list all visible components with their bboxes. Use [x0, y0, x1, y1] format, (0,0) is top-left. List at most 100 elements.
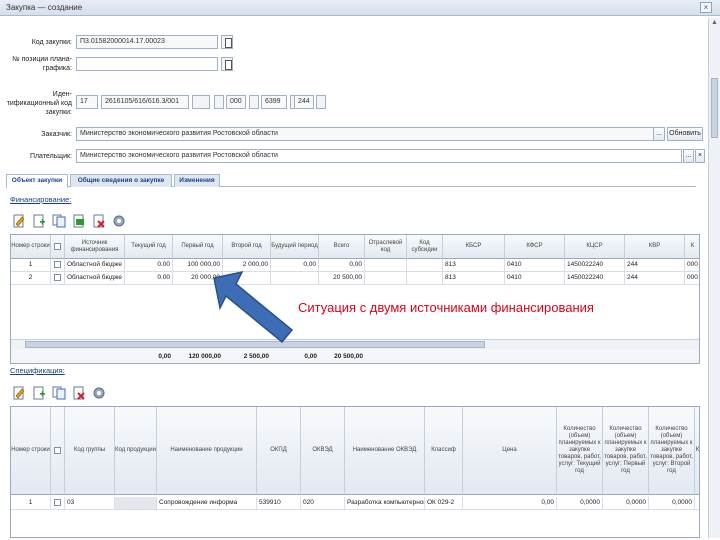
horizontal-scrollbar[interactable] — [11, 339, 699, 349]
settings-icon[interactable] — [92, 386, 106, 400]
copy-icon[interactable] — [52, 386, 66, 400]
edit-icon[interactable] — [12, 386, 26, 400]
settings-icon[interactable] — [112, 214, 126, 228]
customer-input[interactable]: Министерство экономического развития Рос… — [76, 127, 660, 141]
table-cell[interactable] — [407, 259, 443, 272]
customer-select-button[interactable]: ... — [653, 127, 665, 141]
customer-update-button[interactable]: Обновить — [667, 127, 703, 141]
table-cell[interactable]: 0410 — [505, 259, 565, 272]
table-cell[interactable]: 000 — [685, 259, 699, 272]
col-header[interactable]: Код группы — [65, 407, 115, 495]
col-header[interactable]: Количество (объем) планируемых к закупке… — [603, 407, 649, 495]
col-header[interactable]: Будущий период — [271, 235, 319, 259]
table-cell[interactable]: 0.00 — [125, 272, 173, 285]
ikz-customer-code-input[interactable]: 2616105/616/616.3/001 — [101, 95, 189, 109]
col-header[interactable]: Количество (объем) планируемых к закупке… — [557, 407, 603, 495]
table-cell[interactable]: 20 500,00 — [319, 272, 365, 285]
ikz-year-input[interactable]: 17 — [76, 95, 98, 109]
table-cell[interactable]: 000 — [685, 272, 699, 285]
col-header[interactable]: КЦСР — [565, 235, 625, 259]
edit-icon[interactable] — [12, 214, 26, 228]
scrollbar-thumb[interactable] — [711, 78, 718, 138]
col-header[interactable]: Источник финансирования — [65, 235, 125, 259]
col-header[interactable]: К — [695, 407, 699, 495]
row-checkbox[interactable] — [51, 497, 65, 510]
add-icon[interactable] — [32, 214, 46, 228]
table-cell[interactable]: 813 — [443, 259, 505, 272]
col-header-checkbox[interactable] — [51, 407, 65, 495]
table-cell[interactable]: Разработка компьютерного — [345, 497, 425, 510]
tab-general-info[interactable]: Общие сведения о закупке — [70, 174, 172, 187]
table-cell[interactable]: 020 — [301, 497, 345, 510]
delete-icon[interactable] — [92, 214, 106, 228]
table-cell[interactable]: 1450022240 — [565, 259, 625, 272]
table-cell[interactable]: Областной бюдже — [65, 259, 125, 272]
table-cell[interactable]: 0,0000 — [603, 497, 649, 510]
payer-clear-button[interactable]: × — [695, 149, 705, 163]
col-header[interactable]: Второй год — [223, 235, 271, 259]
col-header[interactable]: КВР — [625, 235, 685, 259]
col-header[interactable]: Всего — [319, 235, 365, 259]
table-cell[interactable]: 0.00 — [125, 259, 173, 272]
payer-select-button[interactable]: ... — [683, 149, 694, 163]
col-header[interactable]: КБСР — [443, 235, 505, 259]
col-header[interactable]: Номер строки — [11, 407, 51, 495]
table-cell[interactable]: 03 — [65, 497, 115, 510]
copy-icon[interactable] — [52, 214, 66, 228]
row-checkbox[interactable] — [51, 272, 65, 285]
document-icon[interactable] — [221, 35, 233, 49]
plan-position-input[interactable] — [76, 57, 218, 71]
vertical-scrollbar[interactable]: ▲ — [708, 18, 720, 538]
table-cell[interactable] — [115, 497, 157, 510]
col-header[interactable]: Наименование ОКВЭД — [345, 407, 425, 495]
add-icon[interactable] — [32, 386, 46, 400]
col-header[interactable]: Классиф — [425, 407, 463, 495]
table-cell[interactable] — [695, 497, 699, 510]
table-cell[interactable]: 1 — [11, 259, 51, 272]
table-cell[interactable]: 244 — [625, 259, 685, 272]
delete-icon[interactable] — [72, 386, 86, 400]
document-icon[interactable] — [221, 57, 233, 71]
export-icon[interactable] — [72, 214, 86, 228]
payer-input[interactable]: Министерство экономического развития Рос… — [76, 149, 682, 163]
ikz-kvr-input[interactable]: 244 — [294, 95, 314, 109]
table-cell[interactable] — [365, 272, 407, 285]
col-header[interactable]: К — [685, 235, 699, 259]
close-button[interactable]: × — [700, 2, 712, 13]
col-header[interactable]: Наименование продукции — [157, 407, 257, 495]
col-header[interactable]: Номер строки — [11, 235, 51, 259]
ikz-spin-button[interactable] — [192, 95, 210, 109]
purchase-code-input[interactable]: П3.01582000014.17.00023 — [76, 35, 218, 49]
table-cell[interactable]: 1450022240 — [565, 272, 625, 285]
ikz-doc-icon[interactable] — [214, 95, 224, 109]
col-header[interactable]: КФСР — [505, 235, 565, 259]
col-header[interactable]: Количество (объем) планируемых к закупке… — [649, 407, 695, 495]
ikz-okpd-input[interactable]: 6399 — [261, 95, 287, 109]
col-header[interactable]: ОКВЭД — [301, 407, 345, 495]
col-header[interactable]: Код продукции — [115, 407, 157, 495]
table-cell[interactable]: 813 — [443, 272, 505, 285]
row-checkbox[interactable] — [51, 259, 65, 272]
ikz-number-input[interactable]: 000 — [226, 95, 246, 109]
table-cell[interactable]: 0,00 — [319, 259, 365, 272]
ikz-doc-icon[interactable] — [316, 95, 326, 109]
col-header[interactable]: Первый год — [173, 235, 223, 259]
col-header[interactable]: ОКПД — [257, 407, 301, 495]
checkbox[interactable] — [54, 243, 61, 250]
tab-changes[interactable]: Изменения — [174, 174, 220, 187]
tab-purchase-object[interactable]: Объект закупки — [6, 174, 68, 188]
table-cell[interactable]: 0410 — [505, 272, 565, 285]
table-cell[interactable]: 539910 — [257, 497, 301, 510]
col-header[interactable]: Текущий год — [125, 235, 173, 259]
table-cell[interactable]: 0,0000 — [649, 497, 695, 510]
table-cell[interactable] — [365, 259, 407, 272]
table-cell[interactable]: 0,00 — [463, 497, 557, 510]
table-cell[interactable]: Областной бюдже — [65, 272, 125, 285]
table-cell[interactable]: 2 — [11, 272, 51, 285]
ikz-doc-icon[interactable] — [249, 95, 259, 109]
table-cell[interactable]: 1 — [11, 497, 51, 510]
col-header[interactable]: Отраслевой код — [365, 235, 407, 259]
col-header-checkbox[interactable] — [51, 235, 65, 259]
table-cell[interactable]: 244 — [625, 272, 685, 285]
col-header[interactable]: Цена — [463, 407, 557, 495]
